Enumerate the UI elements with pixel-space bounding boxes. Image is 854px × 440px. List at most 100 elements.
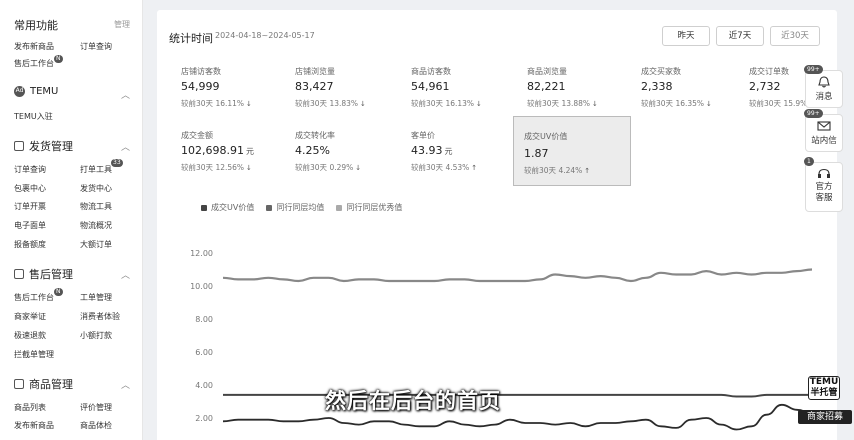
sidebar-item-temu-join[interactable]: TEMU入驻 [14, 111, 53, 122]
sidebar-item-consumer-experience[interactable]: 消费者体验 [80, 311, 120, 322]
metric-uv-value[interactable]: 成交UV价值 1.87 较前30天 4.24% ↑ [513, 116, 631, 186]
sidebar-item-large-order[interactable]: 大额订单 [80, 239, 112, 250]
sidebar-item-ticket[interactable]: 工单管理 [80, 292, 112, 303]
metric-shop-pageviews[interactable]: 店铺浏览量 83,427 较前30天 13.83% ↓ [285, 60, 403, 120]
print-tool-badge: 33 [111, 159, 123, 167]
sidebar-item-merchant-proof[interactable]: 商家举证 [14, 311, 46, 322]
sidebar-section-shipping[interactable]: 发货管理 [14, 138, 73, 154]
collapse-caret-icon[interactable]: ︿ [121, 140, 130, 153]
sidebar-item-package-center[interactable]: 包裹中心 [14, 183, 46, 194]
metric-compare: 较前30天 12.56% ↓ [181, 163, 252, 172]
legend-item[interactable]: 同行同层均值 [266, 202, 324, 213]
metric-value: 43.93 元 [411, 144, 453, 157]
sidebar-item-e-waybill[interactable]: 电子面单 [14, 220, 46, 231]
sidebar-item-intercept[interactable]: 拦截单管理 [14, 349, 54, 360]
sidebar-item-aftersale-workbench-2[interactable]: 售后工作台 [14, 292, 54, 303]
new-badge: N [54, 288, 63, 296]
series-line [222, 403, 813, 431]
metric-compare: 较前30天 4.24% ↑ [524, 166, 591, 175]
metric-compare: 较前30天 16.11% ↓ [181, 99, 252, 108]
range-7d-button[interactable]: 近7天 [716, 26, 764, 46]
arrow-up-icon: ↑ [584, 167, 591, 175]
collapse-caret-icon[interactable]: ︿ [121, 268, 130, 281]
range-yesterday-button[interactable]: 昨天 [662, 26, 710, 46]
legend-swatch [201, 204, 207, 211]
sidebar-section-temu[interactable]: Ad TEMU [14, 86, 58, 97]
video-subtitle: 然后在后台的首页 [325, 389, 501, 413]
sidebar-item-report-quota[interactable]: 报备额度 [14, 239, 46, 250]
watermark-logo-text: TEMU 半托管 [808, 376, 840, 400]
metric-conversion-rate[interactable]: 成交转化率 4.25% 较前30天 0.29% ↓ [285, 124, 403, 184]
metric-compare: 较前30天 15.9% [749, 99, 808, 108]
y-tick-label: 8.00 [195, 315, 213, 324]
sidebar-section-title: 商品管理 [29, 378, 73, 391]
metric-value: 82,221 [527, 80, 566, 93]
metric-shop-visitors[interactable]: 店铺访客数 54,999 较前30天 16.11% ↓ [171, 60, 289, 120]
message-label: 消息 [815, 92, 833, 102]
float-message[interactable]: 99+ 消息 [804, 65, 843, 108]
sidebar-item-review[interactable]: 评价管理 [80, 402, 112, 413]
range-30d-button[interactable]: 近30天 [770, 26, 820, 46]
sidebar-section-title: TEMU [30, 86, 59, 97]
y-tick-label: 2.00 [195, 414, 213, 423]
message-badge: 99+ [804, 65, 823, 74]
sidebar-item-print-tool[interactable]: 打单工具 [80, 164, 112, 175]
metric-label: 客单价 [411, 131, 435, 140]
sidebar-section-title: 发货管理 [29, 140, 73, 153]
legend-item[interactable]: 同行同层优秀值 [336, 202, 402, 213]
sidebar-item-publish-goods[interactable]: 发布新商品 [14, 41, 54, 52]
metric-label: 店铺访客数 [181, 67, 221, 76]
metric-value: 54,999 [181, 80, 220, 93]
sidebar-item-logistics-tool[interactable]: 物流工具 [80, 201, 112, 212]
sidebar-section-title: 常用功能 [14, 19, 58, 32]
y-tick-label: 6.00 [195, 348, 213, 357]
metric-label: 商品访客数 [411, 67, 451, 76]
metric-label: 商品浏览量 [527, 67, 567, 76]
metric-compare: 较前30天 4.53% ↑ [411, 163, 478, 172]
metric-value: 4.25% [295, 144, 330, 157]
sidebar-section-common: 常用功能 [14, 17, 58, 33]
metric-goods-pageviews[interactable]: 商品浏览量 82,221 较前30天 13.88% ↓ [517, 60, 635, 120]
metric-avg-order-value[interactable]: 客单价 43.93 元 较前30天 4.53% ↑ [401, 124, 519, 184]
metric-buyers[interactable]: 成交买家数 2,338 较前30天 16.35% ↓ [631, 60, 749, 120]
sidebar-item-order-query[interactable]: 订单查询 [80, 41, 112, 52]
arrow-down-icon: ↓ [360, 100, 366, 108]
manage-link[interactable]: 管理 [114, 19, 130, 30]
legend-item[interactable]: 成交UV价值 [201, 202, 254, 213]
sidebar: 常用功能 管理 发布新商品 订单查询 售后工作台 N Ad TEMU ︿ TEM… [0, 0, 143, 440]
y-tick-label: 4.00 [195, 381, 213, 390]
sidebar-item-aftersale-workbench[interactable]: 售后工作台 [14, 58, 54, 69]
metric-value: 1.87 [524, 147, 549, 160]
sidebar-item-goods-list[interactable]: 商品列表 [14, 402, 46, 413]
float-station-mail[interactable]: 99+ 站内信 [804, 109, 843, 152]
sidebar-item-publish-goods-2[interactable]: 发布新商品 [14, 420, 54, 431]
sidebar-item-logistics-overview[interactable]: 物流概况 [80, 220, 112, 231]
series-line [222, 393, 812, 398]
metric-goods-visitors[interactable]: 商品访客数 54,961 较前30天 16.13% ↓ [401, 60, 519, 120]
sidebar-item-order-query-2[interactable]: 订单查询 [14, 164, 46, 175]
metric-value: 102,698.91 元 [181, 144, 254, 157]
sidebar-section-title: 售后管理 [29, 268, 73, 281]
sidebar-section-aftersale[interactable]: 售后管理 [14, 266, 73, 282]
arrow-down-icon: ↓ [355, 164, 362, 172]
goods-box-icon [14, 379, 24, 389]
sidebar-item-fast-refund[interactable]: 极速退款 [14, 330, 46, 341]
sidebar-item-small-payment[interactable]: 小额打款 [80, 330, 112, 341]
sidebar-item-goods-check[interactable]: 商品体检 [80, 420, 112, 431]
watermark-recruit-text: 商家招募 [798, 410, 852, 424]
service-label: 官方客服 [815, 182, 833, 203]
legend-swatch [266, 204, 273, 211]
collapse-caret-icon[interactable]: ︿ [121, 88, 130, 101]
stat-title: 统计时间 [169, 32, 213, 45]
collapse-caret-icon[interactable]: ︿ [121, 378, 130, 391]
metric-compare: 较前30天 16.13% ↓ [411, 99, 482, 108]
metric-gmv[interactable]: 成交金额 102,698.91 元 较前30天 12.56% ↓ [171, 124, 289, 184]
sidebar-item-shipping-center[interactable]: 发货中心 [80, 183, 112, 194]
metric-value: 2,732 [749, 80, 781, 93]
sidebar-section-goods[interactable]: 商品管理 [14, 376, 73, 392]
float-official-service[interactable]: 1 官方客服 [804, 157, 843, 212]
arrow-down-icon: ↓ [706, 100, 712, 108]
service-badge: 1 [804, 157, 814, 166]
sidebar-item-invoice[interactable]: 订单开票 [14, 201, 46, 212]
shipping-icon [14, 141, 24, 151]
